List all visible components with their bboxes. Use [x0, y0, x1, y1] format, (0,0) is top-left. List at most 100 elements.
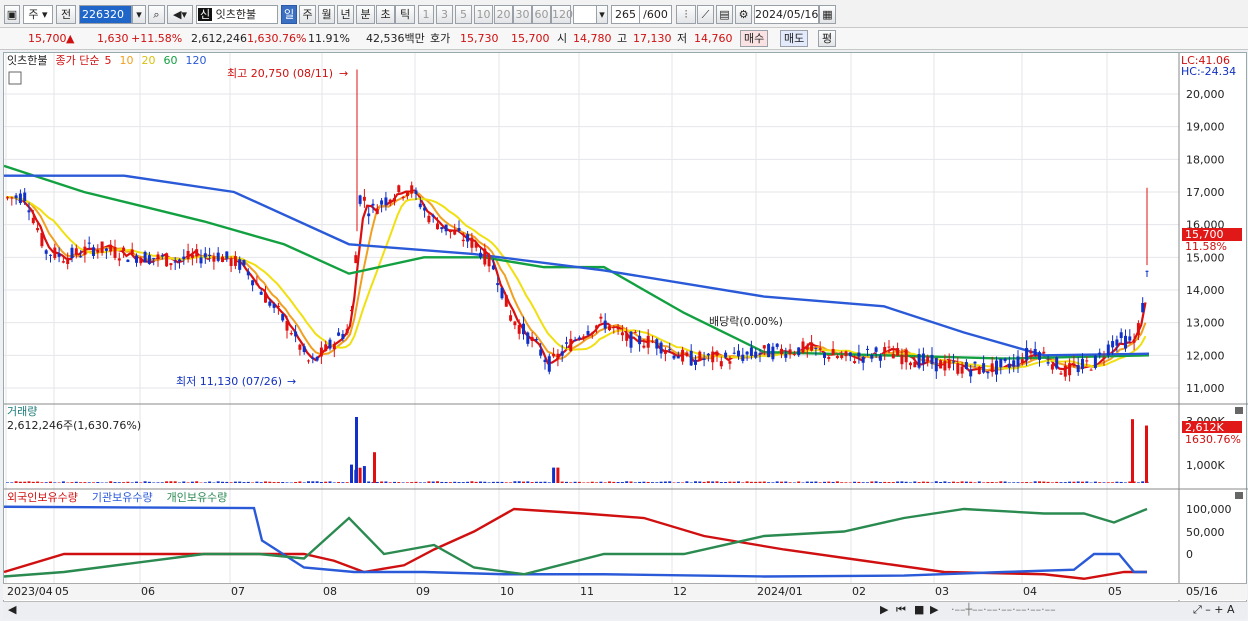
- volume-bar: [543, 481, 547, 483]
- candle-body: [608, 326, 611, 331]
- line-tool-icon[interactable]: ⟋: [697, 5, 714, 24]
- scroll-left-icon[interactable]: ◀: [8, 603, 16, 616]
- stock-chart-svg[interactable]: 20,00019,00018,00017,00016,00015,00014,0…: [3, 53, 1248, 603]
- candle-body: [440, 227, 444, 230]
- candle-body: [509, 315, 513, 321]
- interval-120[interactable]: 120: [551, 5, 573, 24]
- window-icon[interactable]: ▣: [4, 5, 20, 24]
- scroll-bar[interactable]: ◀ ▶ ⏮ ■ ▶ ·––┼––·––·––·––·––·–– ⤢ – + A: [3, 601, 1247, 619]
- volume-bar: [83, 482, 87, 483]
- interval-1[interactable]: 1: [418, 5, 434, 24]
- panel-toggle-icon[interactable]: [8, 71, 22, 85]
- interval-10[interactable]: 10: [474, 5, 493, 24]
- volume-bar: [706, 481, 710, 483]
- volume-bar: [788, 482, 792, 483]
- interval-3[interactable]: 3: [436, 5, 453, 24]
- hc-value: HC:-24.34: [1181, 65, 1236, 78]
- trade-amount: 42,536백만: [366, 32, 425, 45]
- volume-bar: [496, 481, 500, 483]
- sell-button[interactable]: 매도: [780, 30, 809, 47]
- interval-60[interactable]: 60: [532, 5, 551, 24]
- volume-bar: [246, 481, 250, 483]
- play-icon[interactable]: ▶: [930, 603, 938, 616]
- candle-body: [681, 349, 685, 362]
- candle-body: [732, 352, 736, 354]
- volume-last-bar: [1145, 425, 1148, 483]
- x-tick-label: 08: [323, 585, 337, 598]
- interval-30[interactable]: 30: [513, 5, 532, 24]
- market-select[interactable]: 주 ▾: [23, 5, 53, 24]
- period-minute[interactable]: 분: [356, 5, 375, 24]
- stop-icon[interactable]: ■: [914, 603, 924, 616]
- volume-bar: [14, 481, 18, 483]
- candle-body: [1050, 364, 1054, 370]
- candle-body: [702, 358, 706, 361]
- candle-body: [139, 258, 143, 264]
- scroll-right-icon[interactable]: ▶: [880, 603, 888, 616]
- candle-body: [448, 230, 452, 233]
- volume-bar: [1059, 482, 1063, 483]
- zoom-slider[interactable]: ·––┼––·––·––·––·––·––: [951, 603, 1056, 616]
- volume-bar: [1098, 482, 1102, 483]
- candle-body: [1145, 270, 1149, 272]
- period-week[interactable]: 주: [299, 5, 316, 24]
- candle-body: [117, 258, 121, 261]
- period-year[interactable]: 년: [337, 5, 354, 24]
- chart-area[interactable]: 20,000 19,000 18,000 17,000 16,000 15,000 14,0…: [3, 52, 1248, 603]
- period-month[interactable]: 월: [318, 5, 335, 24]
- open-price: 14,780: [573, 32, 612, 45]
- volume-bar: [943, 481, 947, 483]
- gear-icon[interactable]: ⚙: [735, 5, 752, 24]
- candle-body: [436, 223, 439, 230]
- save-icon[interactable]: ▤: [716, 5, 733, 24]
- volume-bar: [681, 482, 685, 483]
- x-tick-label: 09: [416, 585, 430, 598]
- candle-body: [109, 244, 113, 252]
- candle-body: [638, 335, 642, 345]
- current-price: 15,700: [28, 32, 67, 45]
- volume-bar: [694, 481, 697, 483]
- legend-institution: 기관보유수량: [92, 491, 153, 504]
- calendar-icon[interactable]: ▦: [819, 5, 836, 24]
- eval-button[interactable]: 평: [818, 30, 837, 47]
- compare-icon[interactable]: ⫶: [676, 5, 696, 24]
- bar-count-input[interactable]: 265: [611, 5, 640, 24]
- zoom-controls-icon[interactable]: ⤢ – + A: [1193, 603, 1235, 617]
- volume-bar: [857, 481, 861, 483]
- speaker-icon[interactable]: ◀▾: [167, 5, 193, 24]
- period-day[interactable]: 일: [281, 5, 297, 24]
- volume-bar: [367, 481, 371, 483]
- volume-bar: [156, 482, 160, 483]
- stock-code-input[interactable]: 226320: [79, 5, 132, 24]
- candle-body: [178, 259, 181, 262]
- candle-body: [917, 353, 921, 368]
- buy-button[interactable]: 매수: [740, 30, 769, 47]
- date-input[interactable]: 2024/05/16: [754, 5, 819, 24]
- candle-body: [1046, 362, 1050, 364]
- interval-5[interactable]: 5: [455, 5, 472, 24]
- candle-body: [246, 271, 250, 276]
- period-second[interactable]: 초: [376, 5, 395, 24]
- holding-close-icon[interactable]: [1235, 492, 1243, 499]
- volume-close-icon[interactable]: [1235, 407, 1243, 414]
- volume-bar: [646, 481, 650, 483]
- x-tick-label: 2023/04: [7, 585, 53, 598]
- candle-body: [457, 228, 461, 231]
- period-tick[interactable]: 틱: [395, 5, 415, 24]
- candle-body: [762, 345, 766, 349]
- volume-bar: [599, 481, 603, 483]
- code-dropdown-icon[interactable]: ▾: [132, 5, 146, 24]
- interval-dropdown-icon[interactable]: ▾: [596, 5, 608, 24]
- volume-bar: [917, 482, 921, 483]
- candle-body: [251, 280, 255, 286]
- volume-bar: [418, 482, 422, 483]
- quote-bar: 15,700 ▲ 1,630 +11.58% 2,612,246 1,630.7…: [0, 28, 1248, 50]
- volume-bar: [1093, 481, 1097, 483]
- prev-button[interactable]: 전: [56, 5, 76, 24]
- volume-bar: [57, 482, 61, 483]
- first-page-icon[interactable]: ⏮: [896, 603, 906, 617]
- search-icon[interactable]: ⌕: [148, 5, 165, 24]
- stock-name-field[interactable]: 신 잇츠한불: [196, 5, 278, 24]
- interval-20[interactable]: 20: [494, 5, 513, 24]
- volume-bar: [444, 482, 448, 483]
